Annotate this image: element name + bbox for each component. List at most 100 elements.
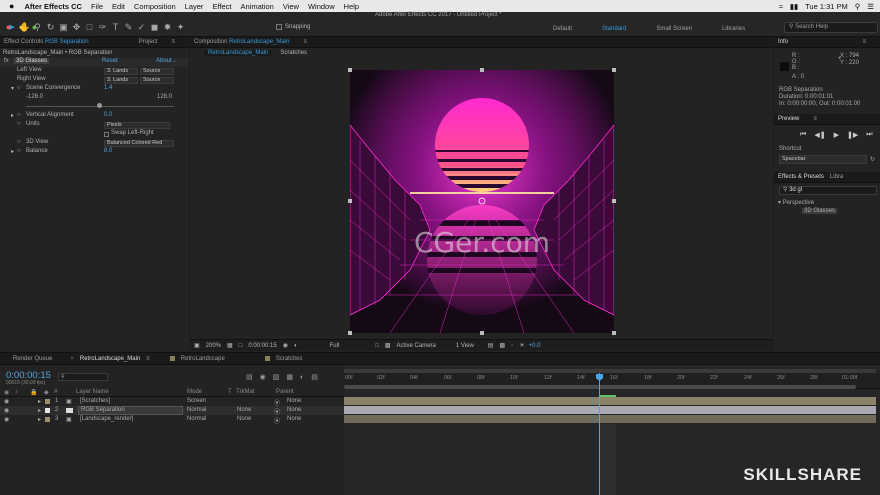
expand-arrow-icon[interactable]: ▸ (38, 416, 41, 423)
parent-dropdown[interactable]: None (287, 416, 301, 422)
wifi-icon[interactable]: ≈ (779, 2, 783, 11)
transform-handle-tl[interactable] (348, 68, 352, 72)
channel-icon[interactable]: ◐ (294, 343, 298, 349)
menu-effect[interactable]: Effect (212, 2, 231, 11)
tab-retrolandscape-main[interactable]: RetroLandscape_Main (80, 356, 140, 362)
pan-behind-tool-icon[interactable]: ✥ (71, 22, 82, 33)
left-view-dropdown[interactable]: 3. Lands (104, 68, 138, 75)
mode-dropdown[interactable]: Normal (187, 407, 206, 413)
layer-bar-scratches[interactable] (344, 397, 876, 405)
views-dropdown[interactable]: 1 View (456, 343, 474, 349)
collapse-arrow-icon[interactable]: ▸ (11, 112, 14, 119)
menu-composition[interactable]: Composition (134, 2, 176, 11)
effect-row-3d-glasses[interactable]: fx 3D Glasses Reset About... (0, 58, 189, 67)
effect-item-3d-glasses[interactable]: 3D Glasses (802, 208, 838, 214)
balance-value[interactable]: 8.0 (104, 148, 112, 154)
stopwatch-icon[interactable]: ○ (17, 85, 21, 91)
left-view-source-dropdown[interactable]: Source (140, 68, 174, 75)
snapshot-icon[interactable]: ◉ (283, 342, 288, 349)
type-tool-icon[interactable]: T (110, 22, 121, 33)
tab-render-queue[interactable]: Render Queue (13, 356, 52, 362)
loop-icon[interactable]: ↻ (870, 156, 875, 163)
parent-dropdown[interactable]: None (287, 398, 301, 404)
menu-layer[interactable]: Layer (185, 2, 204, 11)
magnify-icon[interactable]: ▣ (194, 342, 200, 349)
stopwatch-icon[interactable]: ○ (17, 112, 21, 118)
hand-tool-icon[interactable]: ✋ (19, 22, 30, 33)
layer-bar-landscape-render[interactable] (344, 415, 876, 423)
right-view-source-dropdown[interactable]: Source (140, 77, 174, 84)
menu-app[interactable]: After Effects CC (24, 2, 82, 11)
workspace-standard[interactable]: Standard (602, 26, 626, 32)
zoom-dropdown[interactable]: 200% (206, 343, 221, 349)
timeline-search-input[interactable]: ⚲ (58, 373, 108, 381)
layer-name[interactable]: RGB Separation (78, 406, 183, 415)
apple-icon[interactable]: ● (9, 1, 14, 11)
expand-arrow-icon[interactable]: ▾ (11, 85, 14, 92)
about-link[interactable]: About... (156, 58, 177, 64)
spotlight-icon[interactable]: ⚲ (855, 2, 861, 11)
stopwatch-icon[interactable]: ○ (17, 121, 21, 127)
shy-layers-icon[interactable]: ▨ (273, 373, 280, 381)
effect-name[interactable]: 3D Glasses (14, 58, 50, 64)
effects-search-input[interactable]: ⚲ 3d gl (779, 186, 877, 195)
transform-handle-ml[interactable] (348, 199, 352, 203)
roto-brush-tool-icon[interactable]: ✸ (162, 22, 173, 33)
expand-arrow-icon[interactable]: ▸ (38, 407, 41, 414)
tab-retrolandscape[interactable]: RetroLandscape (181, 356, 225, 362)
flowchart-icon[interactable]: ▩ (499, 342, 505, 349)
menu-window[interactable]: Window (308, 2, 335, 11)
transform-handle-mr[interactable] (612, 199, 616, 203)
mode-dropdown[interactable]: Normal (187, 416, 206, 422)
eraser-tool-icon[interactable]: ◼ (149, 22, 160, 33)
layer-row[interactable]: ◉ ▸ 1 ▣ [Scratches] Screen ⦿ None (0, 397, 344, 407)
visibility-eye-icon[interactable]: ◉ (4, 416, 9, 423)
reset-link[interactable]: Reset (102, 58, 118, 64)
transparency-grid-icon[interactable]: ▩ (385, 342, 391, 349)
rotate-tool-icon[interactable]: ↻ (45, 22, 56, 33)
selection-tool-icon[interactable]: ➤ (6, 22, 17, 33)
shortcut-dropdown[interactable]: Spacebar (779, 155, 867, 164)
menu-animation[interactable]: Animation (240, 2, 273, 11)
menu-help[interactable]: Help (344, 2, 359, 11)
visibility-eye-icon[interactable]: ◉ (4, 407, 9, 414)
last-frame-icon[interactable]: ⏭ (866, 131, 872, 139)
subtab-scratches[interactable]: Scratches (280, 50, 307, 56)
fast-preview-icon[interactable]: ◦ (511, 343, 513, 349)
transform-handle-br[interactable] (612, 331, 616, 335)
reset-exposure-icon[interactable]: ☀ (519, 342, 524, 349)
3d-view-dropdown[interactable]: Balanced Colored Red (104, 140, 174, 147)
parent-dropdown[interactable]: None (287, 407, 301, 413)
transform-handle-tc[interactable] (480, 68, 484, 72)
comp-mini-flowchart-icon[interactable]: ▤ (246, 373, 253, 381)
grid-icon[interactable]: ▦ (227, 342, 233, 349)
close-tab-icon[interactable]: × (70, 356, 74, 362)
tab-composition[interactable]: Composition RetroLandscape_Main (194, 39, 289, 45)
swap-checkbox[interactable] (104, 132, 109, 137)
tab-libraries[interactable]: Libra (830, 174, 843, 180)
transform-handle-bl[interactable] (348, 331, 352, 335)
battery-icon[interactable]: ▮▮ (790, 2, 798, 11)
search-help-input[interactable]: ⚲ Search Help (784, 22, 878, 33)
workspace-default[interactable]: Default (553, 26, 572, 32)
zoom-tool-icon[interactable]: ⚲ (32, 22, 43, 33)
category-perspective[interactable]: ▾ Perspective (778, 199, 814, 206)
layer-label-color[interactable] (45, 408, 50, 413)
layer-label-color[interactable] (45, 417, 50, 422)
next-frame-icon[interactable]: ❚▶ (847, 131, 858, 139)
resolution-dropdown[interactable]: Full (330, 343, 340, 349)
layer-label-color[interactable] (45, 399, 50, 404)
composition-viewer[interactable]: CGer.com (350, 70, 614, 333)
stopwatch-icon[interactable]: ○ (17, 139, 21, 145)
mask-icon[interactable]: □ (239, 343, 243, 349)
mode-dropdown[interactable]: Screen (187, 398, 206, 404)
frame-blending-icon[interactable]: ▦ (286, 373, 293, 381)
panel-menu-icon[interactable]: ≡ (862, 39, 866, 45)
tab-scratches[interactable]: Scratches (276, 356, 303, 362)
layer-name[interactable]: [Scratches] (80, 398, 110, 404)
menu-edit[interactable]: Edit (112, 2, 125, 11)
preview-title[interactable]: Preview (778, 116, 799, 122)
play-icon[interactable]: ▶ (834, 131, 839, 139)
menu-view[interactable]: View (283, 2, 299, 11)
draft-3d-icon[interactable]: ◉ (260, 373, 266, 381)
